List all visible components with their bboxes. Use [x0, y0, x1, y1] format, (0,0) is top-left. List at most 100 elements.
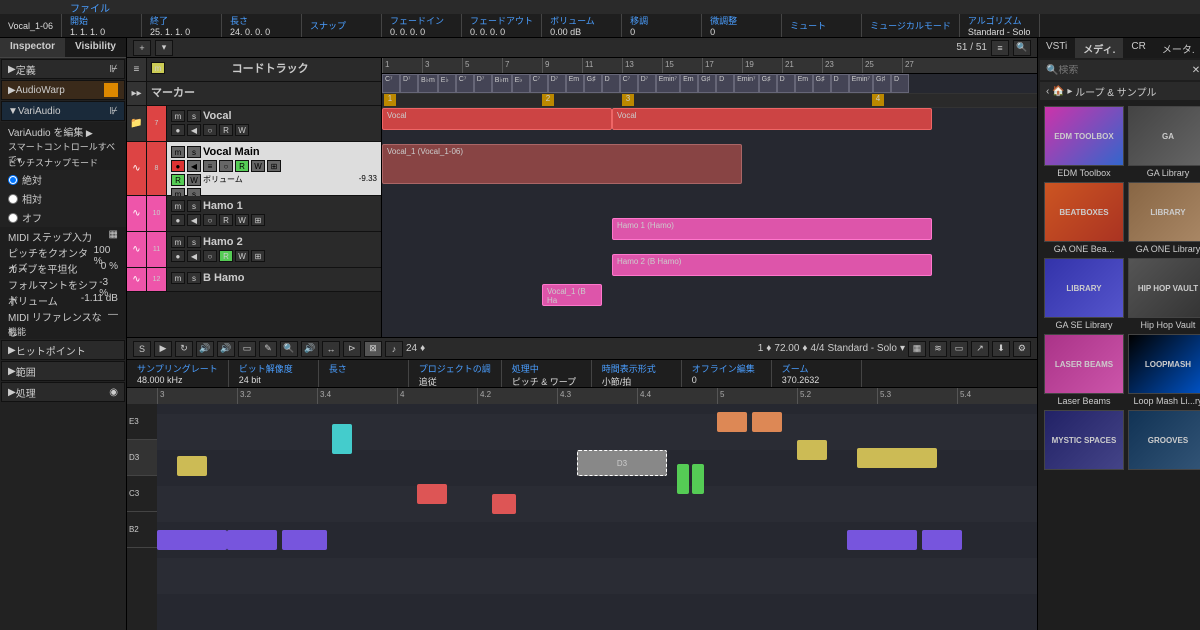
menu-file[interactable]: ファイル: [70, 0, 110, 15]
tab-vsti[interactable]: VSTi: [1038, 38, 1075, 58]
snap-toggle[interactable]: ⊠: [364, 341, 382, 357]
layout-button[interactable]: ▦: [908, 341, 926, 357]
speaker-icon[interactable]: 🔊: [301, 341, 319, 357]
midi-ref[interactable]: MIDI リファレンスなし—: [0, 307, 126, 323]
chord[interactable]: D: [891, 74, 909, 93]
chord-track-icon[interactable]: ≡: [127, 58, 147, 81]
tab-cr[interactable]: CR: [1123, 38, 1153, 58]
clip-area[interactable]: Vocal Vocal Vocal_1 (Vocal_1-06) Hamo 1 …: [382, 108, 1037, 337]
wave-icon[interactable]: ∿: [127, 268, 147, 291]
media-item[interactable]: LIBRARYGA SE Library: [1044, 258, 1124, 330]
draw-tool[interactable]: ✎: [259, 341, 277, 357]
media-item[interactable]: HIP HOP VAULTHip Hop Vault: [1128, 258, 1200, 330]
chord[interactable]: D: [777, 74, 795, 93]
search-icon[interactable]: 🔍: [1013, 40, 1031, 56]
ruler[interactable]: 13579111315171921232527: [382, 58, 1037, 74]
track-hamo2[interactable]: msHamo 2 ●◀○RW⊞: [167, 232, 381, 267]
back-icon[interactable]: ‹: [1046, 86, 1049, 97]
clip-hamo1[interactable]: Hamo 1 (Hamo): [612, 218, 932, 240]
layers-icon[interactable]: ≋: [929, 341, 947, 357]
chord[interactable]: C⁷: [456, 74, 474, 93]
breadcrumb[interactable]: ‹ 🏠 ▸ ループ & サンプル: [1040, 82, 1200, 100]
functions[interactable]: 機能: [0, 323, 126, 339]
open-window-icon[interactable]: ↗: [971, 341, 989, 357]
media-item[interactable]: GAGA Library: [1128, 106, 1200, 178]
chord[interactable]: Emin⁷: [734, 74, 758, 93]
chord[interactable]: D: [831, 74, 849, 93]
va-smart[interactable]: スマートコントロールすべて▾: [0, 138, 126, 154]
clip-vocal-main[interactable]: Vocal_1 (Vocal_1-06): [382, 144, 742, 184]
midi-step[interactable]: MIDI ステップ入力▦: [0, 227, 126, 243]
clip-vocal[interactable]: Vocal: [612, 108, 932, 130]
pitch-quantize[interactable]: ピッチをクオンタイズ100 %: [0, 243, 126, 259]
media-item[interactable]: BEATBOXESGA ONE Bea...: [1044, 182, 1124, 254]
chord[interactable]: D⁷: [400, 74, 418, 93]
insp-variaudio[interactable]: ▼ VariAudio⊮: [1, 101, 125, 121]
wave-icon[interactable]: ∿: [127, 196, 147, 231]
chord[interactable]: Em: [795, 74, 813, 93]
chord-row[interactable]: C⁷D⁷B♭mE♭C⁷D⁷B♭mE♭C⁷D⁷EmG♯DC⁷D⁷Emin⁷EmG♯…: [382, 74, 1037, 94]
marker-row[interactable]: 1 2 3 4: [382, 94, 1037, 108]
chord[interactable]: D⁷: [548, 74, 566, 93]
chord[interactable]: C⁷: [530, 74, 548, 93]
speaker-icon[interactable]: 🔊: [217, 341, 235, 357]
chord[interactable]: D: [716, 74, 734, 93]
piano-roll[interactable]: E3 D3 C3 B2 D3: [127, 404, 1037, 630]
insp-definition[interactable]: ▶ 定義⊮: [1, 59, 125, 79]
insp-process[interactable]: ▶ 処理◉: [1, 382, 125, 402]
search-box[interactable]: 🔍 ✕ ≡: [1040, 60, 1200, 80]
chord[interactable]: E♭: [512, 74, 530, 93]
select-tool[interactable]: ▭: [238, 341, 256, 357]
notes-area[interactable]: D3: [157, 404, 1037, 630]
chord[interactable]: Em: [680, 74, 698, 93]
chord[interactable]: G♯: [813, 74, 831, 93]
chord[interactable]: D⁷: [638, 74, 656, 93]
marker-track-icon[interactable]: ▸▸: [127, 82, 147, 105]
chord[interactable]: E♭: [438, 74, 456, 93]
chord[interactable]: G♯: [584, 74, 602, 93]
chord[interactable]: D: [602, 74, 620, 93]
media-item[interactable]: MYSTIC SPACES: [1044, 410, 1124, 472]
chord[interactable]: G♯: [698, 74, 716, 93]
clip-icon[interactable]: ▭: [950, 341, 968, 357]
editor-ruler[interactable]: 33.23.444.24.34.455.25.35.4: [127, 388, 1037, 404]
insp-range[interactable]: ▶ 範囲: [1, 361, 125, 381]
solo-button[interactable]: S: [133, 341, 151, 357]
clip-vocal[interactable]: Vocal: [382, 108, 612, 130]
tab-media[interactable]: メディ.: [1075, 38, 1123, 58]
chord[interactable]: C⁷: [382, 74, 400, 93]
clip-bhamo[interactable]: Vocal_1 (B Ha: [542, 284, 602, 306]
piano-keys[interactable]: E3 D3 C3 B2: [127, 404, 157, 630]
list-icon[interactable]: ≡: [991, 40, 1009, 56]
clip-hamo2[interactable]: Hamo 2 (B Hamo): [612, 254, 932, 276]
chord[interactable]: Emin⁷: [849, 74, 873, 93]
media-item[interactable]: EDM TOOLBOXEDM Toolbox: [1044, 106, 1124, 178]
track-vocal-main[interactable]: msVocal Main ●◀≡○RW⊞ RWボリューム-9.33 ms: [167, 142, 381, 195]
track-hamo1[interactable]: msHamo 1 ●◀○RW⊞: [167, 196, 381, 231]
insp-audiowarp[interactable]: ▶ AudioWarp: [1, 80, 125, 100]
media-item[interactable]: LASER BEAMSLaser Beams: [1044, 334, 1124, 406]
chord[interactable]: B♭m: [418, 74, 438, 93]
media-item[interactable]: LIBRARYGA ONE Library: [1128, 182, 1200, 254]
radio-off[interactable]: オフ: [0, 208, 126, 227]
folder-icon[interactable]: 📁: [127, 106, 147, 141]
note-icon[interactable]: ♪: [385, 341, 403, 357]
radio-absolute[interactable]: 絶対: [0, 170, 126, 189]
search-input[interactable]: [1058, 65, 1191, 76]
chord[interactable]: Emin⁷: [656, 74, 680, 93]
tab-meter[interactable]: メータ.: [1154, 38, 1200, 58]
home-icon[interactable]: 🏠: [1052, 86, 1064, 97]
gear-icon[interactable]: ⚙: [1013, 341, 1031, 357]
loop-icon[interactable]: ↻: [175, 341, 193, 357]
scrub-tool[interactable]: ↔: [322, 341, 340, 357]
import-icon[interactable]: ⬇: [992, 341, 1010, 357]
timeline[interactable]: 13579111315171921232527 C⁷D⁷B♭mE♭C⁷D⁷B♭m…: [382, 58, 1037, 337]
chord[interactable]: G♯: [759, 74, 777, 93]
track-vocal[interactable]: msVocal ●◀○RW: [167, 106, 381, 141]
close-icon[interactable]: ✕: [1192, 65, 1200, 76]
dropdown-button[interactable]: ▾: [155, 40, 173, 56]
media-item[interactable]: LOOPMASHLoop Mash Li...ry: [1128, 334, 1200, 406]
tab-inspector[interactable]: Inspector: [0, 38, 65, 57]
va-edit[interactable]: VariAudio を編集 ▶: [0, 122, 126, 138]
speaker-icon[interactable]: 🔊: [196, 341, 214, 357]
